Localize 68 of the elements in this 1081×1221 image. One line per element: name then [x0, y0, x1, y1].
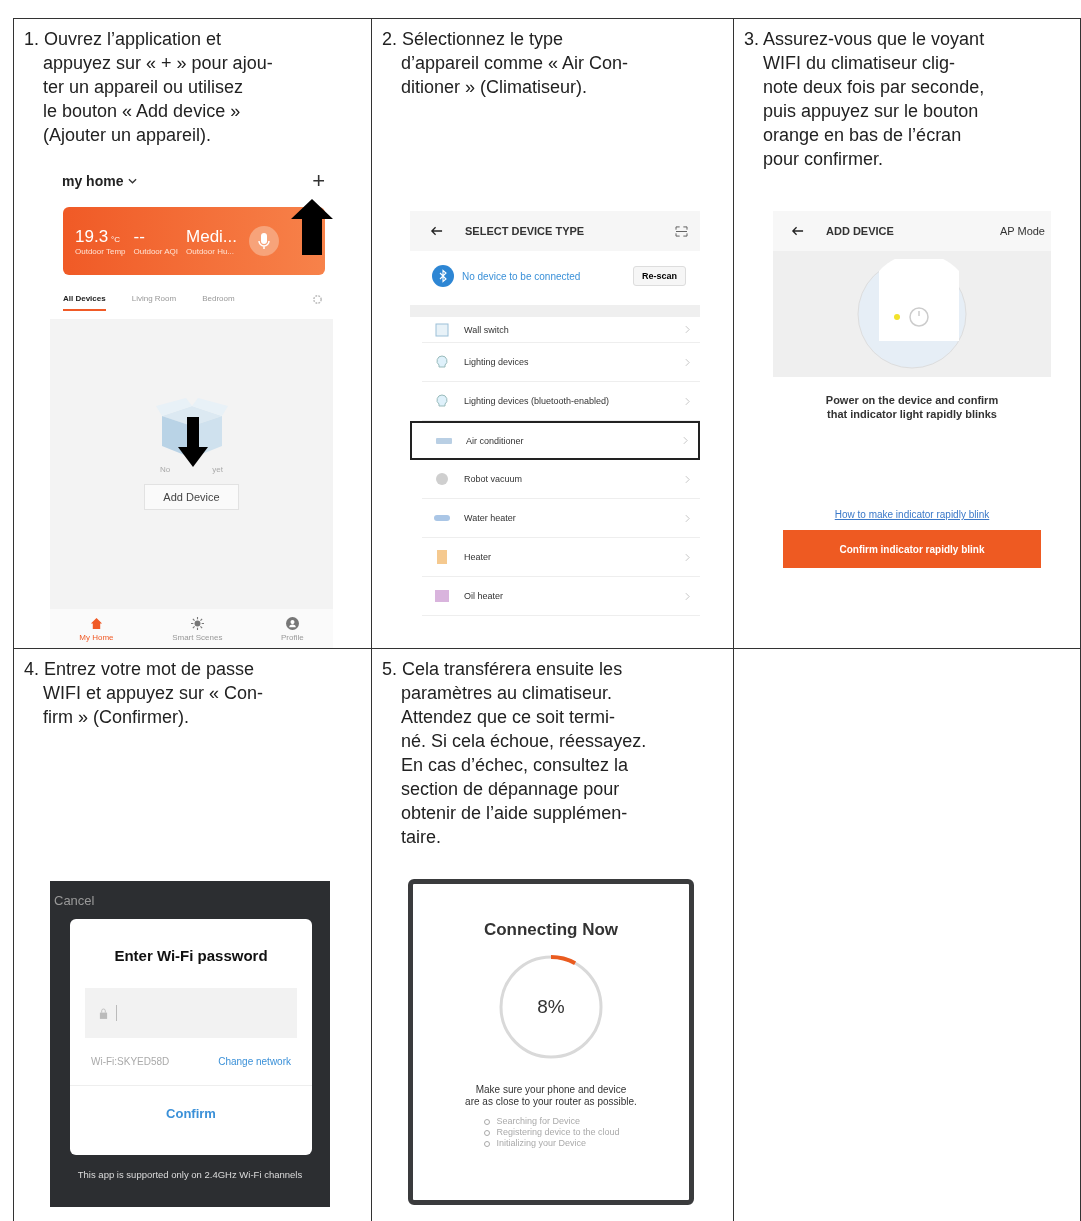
- step-instruction: 3. Assurez-vous que le voyant WIFI du climatiseur clig- note deux fois par seconde, puis appuyez sur le bouton orange en bas de l’écran pour confirmer.: [744, 28, 986, 171]
- weather-value: 19.3 °C: [75, 226, 122, 247]
- vacuum-icon: [434, 472, 450, 486]
- change-network-link[interactable]: Change network: [218, 1056, 291, 1067]
- home-icon: [89, 617, 103, 630]
- progress-step: Registering device to the cloud: [482, 1127, 620, 1137]
- device-type-item[interactable]: Heater: [422, 538, 700, 577]
- connecting-title: Connecting Now: [483, 920, 619, 940]
- device-type-item[interactable]: Robot vacuum: [422, 460, 700, 499]
- password-field[interactable]: [85, 988, 297, 1038]
- device-type-item[interactable]: Air conditioner: [410, 421, 700, 460]
- up-arrow-icon: [291, 199, 333, 255]
- step-instruction: 2. Sélectionnez le type d’appareil comme « Air Con- ditioner » (Climatiseur).: [382, 28, 630, 99]
- chevron-icon: [685, 591, 690, 601]
- scan-icon[interactable]: [675, 225, 688, 237]
- screen-title: SELECT DEVICE TYPE: [465, 225, 585, 237]
- progress-step: Searching for Device: [482, 1116, 620, 1126]
- sun-icon: [190, 617, 204, 630]
- instruction-text: Power on the device and confirm that indicator light rapidly blinks: [825, 393, 999, 421]
- device-type-item[interactable]: Wall switch: [422, 317, 700, 343]
- bulb-icon: [434, 355, 450, 369]
- weather-label: Outdoor AQI: [133, 246, 178, 256]
- device-type-item[interactable]: Lighting devices: [422, 343, 700, 382]
- bulb-icon: [434, 394, 450, 408]
- confirm-button[interactable]: Confirm: [70, 1085, 312, 1141]
- empty-state-text: yet: [212, 465, 223, 474]
- weather-value: --: [133, 226, 146, 247]
- dialog-title: Enter Wi-Fi password: [114, 947, 268, 964]
- weather-value: Medi...: [186, 226, 238, 247]
- chevron-icon: [685, 325, 690, 334]
- rescan-button[interactable]: Re-scan: [633, 266, 686, 286]
- back-icon[interactable]: [430, 226, 443, 236]
- home-selector[interactable]: my home: [62, 173, 138, 189]
- chevron-icon: [128, 178, 138, 184]
- back-icon[interactable]: [791, 226, 804, 236]
- chevron-icon: [685, 513, 690, 523]
- support-note: This app is supported only on 2.4GHz Wi-Fi channels: [76, 1169, 304, 1180]
- lock-icon: [99, 1007, 108, 1019]
- chevron-icon: [683, 436, 688, 445]
- room-tab[interactable]: All Devices: [63, 293, 106, 311]
- person-icon: [285, 617, 299, 630]
- chevron-icon: [685, 357, 690, 367]
- device-type-item[interactable]: Water heater: [422, 499, 700, 538]
- add-device-button[interactable]: Add Device: [144, 484, 239, 510]
- step-instruction: 1. Ouvrez l’application et appuyez sur « + » pour ajou- ter un appareil ou utilisez le bouton « Add device » (Ajouter un appareil).: [24, 28, 274, 147]
- chevron-icon: [685, 396, 690, 406]
- bluetooth-icon: [432, 265, 454, 287]
- step-instruction: 4. Entrez votre mot de passe WIFI et appuyez sur « Con- firm » (Confirmer).: [24, 658, 265, 729]
- empty-state-text: No: [160, 465, 171, 474]
- step-instruction: 5. Cela transférera ensuite les paramètres au climatiseur. Attendez que ce soit termi- né. Si cela échoue, réessayez. En cas d’échec, consultez la section de dépannage pour obtenir de l’aide supplémen- taire.: [382, 658, 648, 849]
- screen-title: ADD DEVICE: [826, 225, 894, 237]
- network-name: Wi-Fi:SKYED58D: [91, 1056, 170, 1067]
- bluetooth-status: No device to be connected: [462, 270, 581, 282]
- help-link[interactable]: How to make indicator rapidly blink: [834, 509, 990, 520]
- chevron-icon: [685, 474, 690, 484]
- mode-link[interactable]: AP Mode: [999, 225, 1045, 237]
- cancel-button[interactable]: Cancel: [54, 893, 95, 908]
- proximity-note: Make sure your phone and device are as close to your router as possible.: [465, 1084, 637, 1108]
- device-type-item[interactable]: Oil heater: [422, 577, 700, 616]
- microphone-icon[interactable]: [249, 226, 279, 256]
- down-arrow-icon: [178, 417, 208, 467]
- weather-label: Outdoor Hu...: [186, 246, 236, 256]
- chevron-icon: [685, 552, 690, 562]
- device-type-item[interactable]: Lighting devices (bluetooth-enabled): [422, 382, 700, 421]
- progress-step: Initializing your Device: [482, 1138, 620, 1148]
- weather-label: Outdoor Temp: [75, 246, 126, 256]
- add-button[interactable]: +: [312, 168, 325, 194]
- progress-percent: 8%: [537, 996, 565, 1018]
